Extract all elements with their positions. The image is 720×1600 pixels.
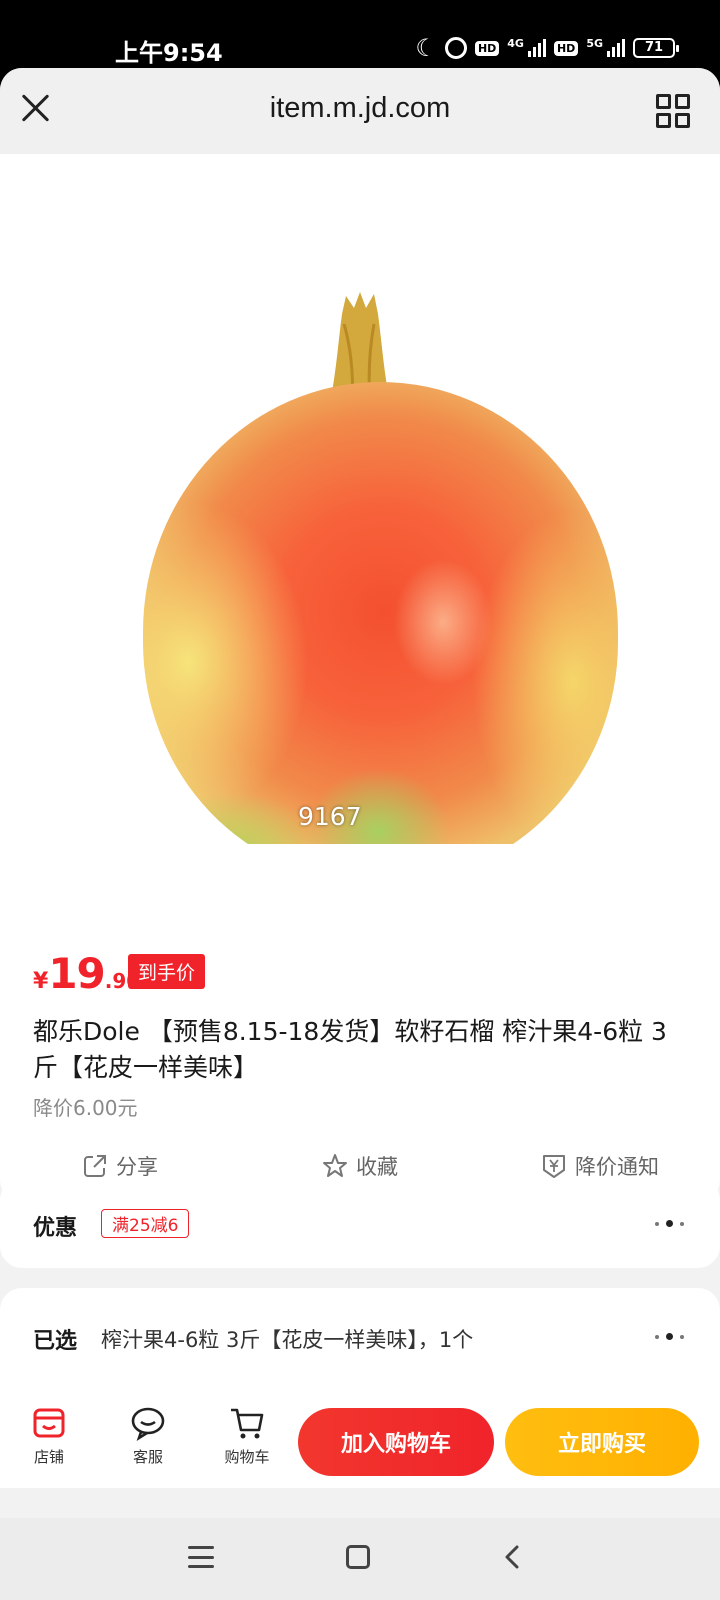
hd-badge: HD	[474, 40, 500, 56]
price-alert-label: 降价通知	[575, 1155, 659, 1179]
bottom-action-bar: 店铺 客服 购物车 加入购物车 立即购买	[0, 1398, 720, 1488]
price-currency: ¥	[33, 969, 49, 994]
moon-icon: ☾	[415, 34, 437, 62]
status-bar: 上午9:54 ☾ HD 4G HD 5G 71	[0, 0, 720, 70]
add-to-cart-button[interactable]: 加入购物车	[298, 1408, 494, 1476]
service-label: 客服	[132, 1448, 163, 1466]
final-price-badge: 到手价	[128, 954, 206, 989]
selected-label: 已选	[33, 1329, 78, 1354]
price-drop-note: 降价6.00元	[33, 1096, 138, 1120]
product-image-gallery[interactable]: 9167 1/5	[0, 154, 720, 924]
product-title: 都乐Dole 【预售8.15-18发货】软籽石榴 榨汁果4-6粒 3斤【花皮一样…	[33, 1017, 667, 1082]
more-icon[interactable]	[655, 1220, 684, 1227]
cart-tab[interactable]: 购物车	[212, 1404, 282, 1467]
hd-badge: HD	[553, 40, 579, 56]
alarm-icon	[444, 37, 467, 59]
status-icons: ☾ HD 4G HD 5G 71	[415, 34, 679, 62]
favorite-label: 收藏	[356, 1155, 398, 1179]
image-watermark-code: 9167	[298, 802, 362, 831]
network-4g-label: 4G	[507, 36, 524, 50]
promotion-row[interactable]: 优惠 满25减6	[0, 1178, 720, 1268]
star-icon	[323, 1154, 347, 1177]
signal-icon	[607, 39, 625, 57]
recent-apps-icon[interactable]	[188, 1546, 214, 1568]
selected-spec-value: 榨汁果4-6粒 3斤【花皮一样美味】，1个	[101, 1328, 474, 1352]
battery-icon: 71	[633, 38, 679, 58]
buy-now-button[interactable]: 立即购买	[505, 1408, 699, 1476]
home-icon[interactable]	[346, 1545, 370, 1569]
product-price: ¥ 19 .90	[33, 949, 140, 998]
network-5g-label: 5G	[586, 36, 603, 50]
signal-icon	[527, 39, 546, 57]
store-label: 店铺	[33, 1448, 64, 1466]
product-info-card: ¥ 19 .90 到手价 都乐Dole 【预售8.15-18发货】软籽石榴 榨汁…	[0, 844, 720, 1202]
promotion-label: 优惠	[33, 1216, 78, 1241]
price-alert-icon	[543, 1155, 565, 1178]
share-label: 分享	[116, 1155, 158, 1179]
share-icon	[84, 1155, 106, 1177]
store-icon	[33, 1408, 65, 1438]
cart-icon	[231, 1408, 264, 1439]
status-time: 上午9:54	[115, 39, 223, 67]
cart-label: 购物车	[224, 1448, 270, 1466]
price-integer: 19	[48, 949, 105, 998]
back-icon[interactable]	[500, 1544, 526, 1570]
more-icon[interactable]	[655, 1333, 684, 1340]
system-nav-bar	[0, 1518, 720, 1600]
coupon-badge: 满25减6	[101, 1209, 190, 1238]
browser-top-bar: item.m.jd.com	[0, 68, 720, 154]
grid-menu-icon[interactable]	[656, 94, 690, 128]
store-tab[interactable]: 店铺	[14, 1404, 84, 1467]
browser-screen: item.m.jd.com 9167 1/5 ¥ 19 .90 到手价 都乐Do…	[0, 68, 720, 1518]
page-url: item.m.jd.com	[269, 92, 451, 124]
chat-icon	[131, 1407, 165, 1442]
pomegranate-image	[143, 382, 618, 882]
service-tab[interactable]: 客服	[113, 1404, 183, 1467]
